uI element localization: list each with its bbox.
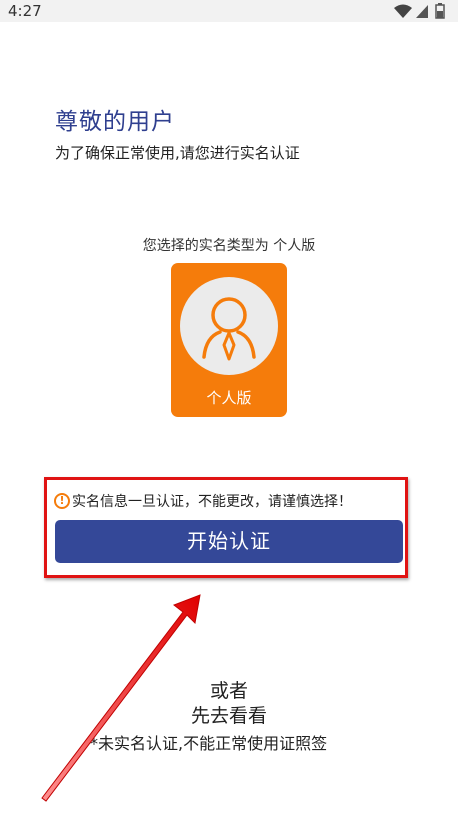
greeting-subtitle: 为了确保正常使用,请您进行实名认证 xyxy=(55,144,300,162)
battery-icon xyxy=(435,3,445,19)
footnote-text: *未实名认证,不能正常使用证照签 xyxy=(90,734,328,753)
wifi-icon xyxy=(394,4,412,18)
avatar xyxy=(180,277,278,375)
status-time: 4:27 xyxy=(8,2,42,20)
status-icons xyxy=(394,3,445,19)
person-icon xyxy=(202,297,256,361)
warning-row: ! 实名信息一旦认证，不能更改，请谨慎选择！ xyxy=(54,491,352,511)
type-card-label: 个人版 xyxy=(206,389,252,407)
selected-type-text: 您选择的实名类型为 个人版 xyxy=(142,238,316,254)
warning-text: 实名信息一旦认证，不能更改，请谨慎选择！ xyxy=(72,494,352,510)
or-text: 或者 xyxy=(209,680,248,702)
look-first-link[interactable]: 先去看看 xyxy=(0,701,458,728)
start-verification-button[interactable]: 开始认证 xyxy=(55,520,403,563)
greeting-title: 尊敬的用户 xyxy=(55,109,175,135)
status-bar: 4:27 xyxy=(0,0,458,22)
warning-icon: ! xyxy=(54,493,70,509)
signal-icon xyxy=(416,5,428,18)
personal-type-card[interactable]: 个人版 xyxy=(171,263,287,417)
